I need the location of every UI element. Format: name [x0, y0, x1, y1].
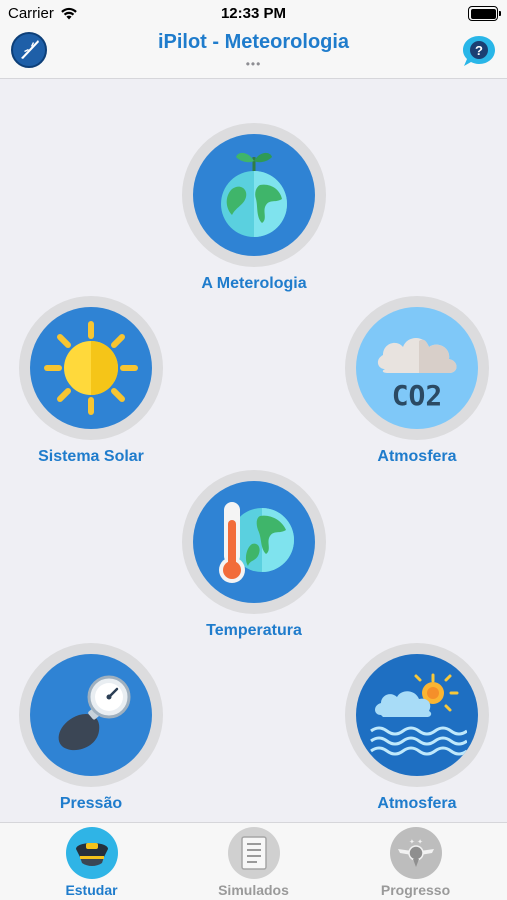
topic-label: A Meterologia [201, 275, 307, 292]
more-dots[interactable]: ••• [0, 57, 507, 71]
earth-plant-icon [221, 152, 287, 237]
topic-label: Sistema Solar [38, 448, 144, 465]
thermometer-earth-icon [219, 502, 294, 583]
weather-sea-icon [370, 673, 467, 756]
tab-progresso[interactable]: ✦ ✦ Progresso [331, 827, 500, 898]
tab-label: Simulados [218, 882, 289, 898]
tab-label: Estudar [65, 882, 118, 898]
topic-sistema-solar[interactable]: Sistema Solar [1, 296, 181, 466]
topic-label: Temperatura [206, 622, 302, 639]
topic-label: Pressão [59, 795, 123, 812]
topic-meteorologia[interactable]: A Meterologia [164, 123, 344, 293]
tab-simulados[interactable]: Simulados [169, 827, 338, 898]
topic-atmosfera[interactable]: CO2 Atmosfera [327, 296, 507, 466]
topic-atmosfera-weather[interactable]: Atmosfera [327, 643, 507, 813]
page-title: iPilot - Meteorologia [157, 31, 350, 53]
pressure-gauge-icon [58, 675, 131, 751]
status-time: 12:33 PM [220, 5, 287, 22]
topic-label: Atmosfera [377, 448, 457, 465]
co2-label: CO2 [392, 379, 443, 412]
navigation-bar: iPilot - Meteorologia ••• ? [0, 28, 507, 79]
tab-bar: Estudar Simulados ✦ ✦ Progresso [0, 822, 507, 900]
wings-badge-icon: ✦ ✦ [389, 827, 442, 879]
document-icon [227, 827, 280, 879]
co2-cloud-icon: CO2 [377, 338, 457, 412]
topics-grid: A Meterologia Sistema Solar CO2 Atmosfer… [0, 80, 507, 822]
tab-label: Progresso [380, 882, 451, 898]
svg-text:?: ? [475, 43, 483, 58]
help-icon[interactable]: ? [461, 34, 497, 68]
status-bar: Carrier 12:33 PM [0, 0, 507, 28]
sun-icon [44, 321, 138, 415]
pilot-cap-icon [65, 827, 118, 879]
tab-estudar[interactable]: Estudar [7, 827, 176, 898]
topic-label: Atmosfera [377, 795, 457, 812]
svg-text:✦ ✦: ✦ ✦ [409, 838, 423, 846]
topic-pressao[interactable]: Pressão [1, 643, 181, 813]
battery-icon [468, 6, 501, 21]
topic-temperatura[interactable]: Temperatura [164, 470, 344, 640]
